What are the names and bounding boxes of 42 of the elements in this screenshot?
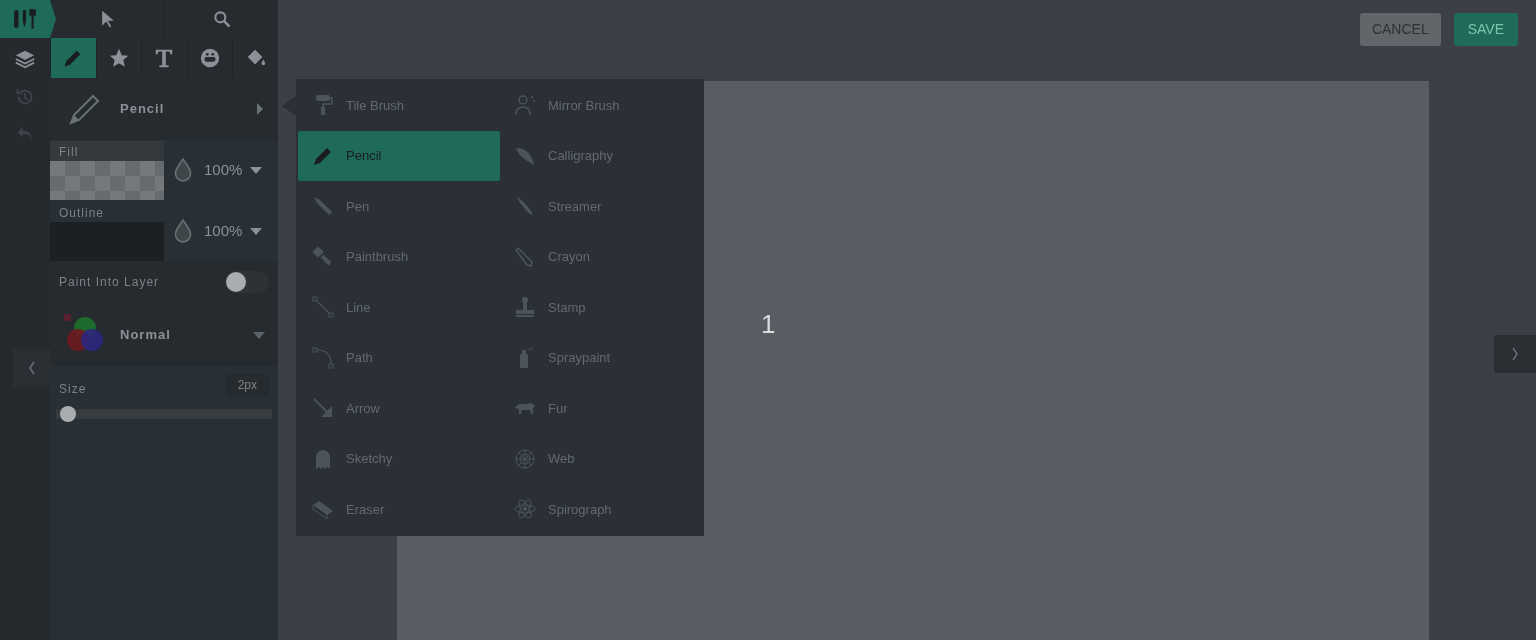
- size-label: Size: [59, 381, 88, 398]
- caret-right-icon: [256, 102, 264, 116]
- person-icon: [513, 93, 537, 118]
- save-button[interactable]: SAVE: [1453, 13, 1518, 46]
- brush-option[interactable]: Spraypaint: [500, 332, 702, 383]
- size-value[interactable]: 2px: [225, 374, 269, 396]
- fill-opacity[interactable]: 100%: [204, 158, 243, 182]
- fill-swatch[interactable]: Fill: [50, 140, 164, 200]
- web-icon: [513, 446, 537, 471]
- caret-down-icon: [249, 226, 264, 236]
- tool-tab[interactable]: [50, 38, 96, 78]
- brush-option[interactable]: Calligraphy: [500, 130, 702, 181]
- curve-icon: [311, 345, 335, 370]
- search-icon: [211, 9, 232, 29]
- chevron-right-icon: [1511, 347, 1519, 361]
- brushes-icon: [12, 6, 38, 32]
- layers-icon: [14, 48, 36, 70]
- brushes-tab[interactable]: [0, 0, 50, 38]
- paint-into-layer-toggle[interactable]: [225, 271, 269, 293]
- smiley-icon: [199, 47, 222, 69]
- cancel-button[interactable]: CANCEL: [1359, 13, 1441, 46]
- brush-expand-button[interactable]: [256, 102, 264, 116]
- brush-name: Pencil: [120, 100, 166, 119]
- brush-option[interactable]: Spirograph: [500, 484, 702, 535]
- brush-option[interactable]: Streamer: [500, 181, 702, 232]
- canvas-text: 1: [761, 308, 776, 341]
- chevron-left-icon: [28, 361, 36, 375]
- caret-down-icon: [252, 330, 266, 340]
- outline-opacity[interactable]: 100%: [204, 219, 243, 243]
- fill-label: Fill: [50, 140, 164, 161]
- brush-option[interactable]: Web: [500, 433, 702, 484]
- paint-into-layer-label: Paint Into Layer: [59, 274, 161, 291]
- brush-option[interactable]: Mirror Brush: [500, 80, 702, 131]
- size-slider-thumb[interactable]: [60, 406, 76, 422]
- stamp-icon: [513, 295, 537, 320]
- brush-option[interactable]: Pencil: [298, 130, 500, 181]
- brush-option[interactable]: Stamp: [500, 282, 702, 333]
- line-icon: [311, 295, 335, 320]
- blend-mode[interactable]: Normal: [120, 325, 252, 345]
- brush-option[interactable]: Fur: [500, 383, 702, 434]
- caret-down-icon: [249, 165, 264, 175]
- brush-option[interactable]: Crayon: [500, 231, 702, 282]
